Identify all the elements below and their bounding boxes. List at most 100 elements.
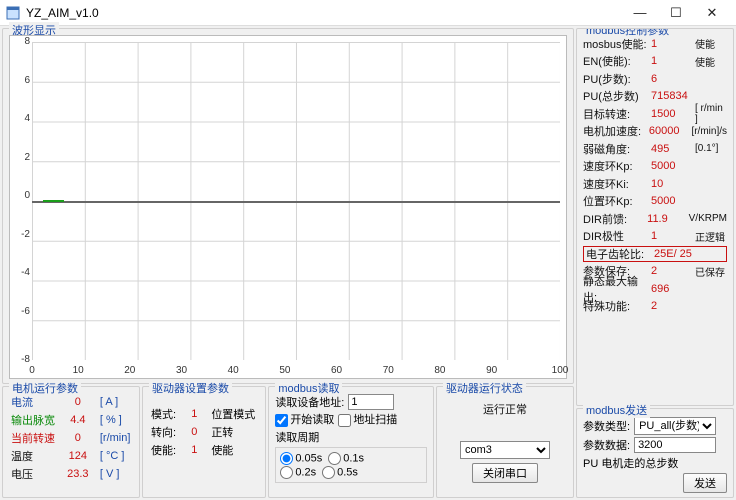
chart-trace xyxy=(43,200,64,202)
ctrl-key: 速度环Ki: xyxy=(583,176,651,192)
period-005[interactable]: 0.05s xyxy=(280,452,322,465)
param-label: 温度 xyxy=(9,447,58,465)
send-type-select[interactable]: PU_all(步数) xyxy=(634,417,716,435)
modbus-send-group: modbus发送 参数类型: PU_all(步数) 参数数据: PU 电机走的总… xyxy=(576,408,734,498)
ctrl-row[interactable]: 电机加速度:60000[r/min]/s xyxy=(583,123,727,141)
ctrl-row[interactable]: PU(步数):6 xyxy=(583,70,727,88)
param-unit: [ V ] xyxy=(98,465,133,483)
ctrl-key: 速度环Kp: xyxy=(583,158,651,174)
param-label: 当前转速 xyxy=(9,429,58,447)
modbus-ctrl-group: modbus控制参数 mosbus使能:1使能EN(使能):1使能PU(步数):… xyxy=(576,28,734,406)
ctrl-unit: 使能 xyxy=(695,36,727,51)
ctrl-key: 特殊功能: xyxy=(583,298,651,314)
param-label: 电压 xyxy=(9,465,58,483)
ctrl-val: 5000 xyxy=(651,195,695,207)
send-button[interactable]: 发送 xyxy=(683,473,727,493)
close-button[interactable]: ✕ xyxy=(694,1,730,25)
ctrl-row[interactable]: DIR前馈:11.9V/KRPM xyxy=(583,210,727,228)
maximize-button[interactable]: ☐ xyxy=(658,1,694,25)
read-addr-input[interactable] xyxy=(348,394,394,410)
ctrl-key: mosbus使能: xyxy=(583,36,651,52)
param-row: 使能:1使能 xyxy=(149,441,259,459)
param-value: 1 xyxy=(179,405,209,423)
ctrl-key: 弱磁角度: xyxy=(583,141,651,157)
period-label: 读取周期 xyxy=(275,429,427,445)
ctrl-row[interactable]: 特殊功能:2 xyxy=(583,298,727,316)
ctrl-row[interactable]: DIR极性1正逻辑 xyxy=(583,228,727,246)
ctrl-key: PU(总步数) xyxy=(583,88,651,104)
ctrl-val: 11.9 xyxy=(647,213,689,225)
ctrl-val: 1 xyxy=(651,38,695,50)
ctrl-key: 电子齿轮比: xyxy=(586,246,654,262)
param-label: 输出脉宽 xyxy=(9,411,58,429)
motor-run-title: 电机运行参数 xyxy=(9,380,81,396)
close-port-button[interactable]: 关闭串口 xyxy=(472,463,538,483)
modbus-ctrl-title: modbus控制参数 xyxy=(583,28,672,38)
read-addr-label: 读取设备地址: xyxy=(275,394,344,410)
addr-scan-checkbox[interactable]: 地址扫描 xyxy=(338,411,397,427)
param-row: 温度124[ °C ] xyxy=(9,447,133,465)
ctrl-val: 1 xyxy=(651,230,695,242)
ctrl-key: 电机加速度: xyxy=(583,123,649,139)
period-05[interactable]: 0.5s xyxy=(322,466,358,479)
ctrl-key: 目标转速: xyxy=(583,106,651,122)
ctrl-val: 715834 xyxy=(651,90,695,102)
param-row: 电压23.3[ V ] xyxy=(9,465,133,483)
start-read-checkbox[interactable]: 开始读取 xyxy=(275,411,334,427)
waveform-chart[interactable]: 86420-2-4-6-8 0102030405060708090100 xyxy=(9,35,567,379)
param-row: 当前转速0[r/min] xyxy=(9,429,133,447)
minimize-button[interactable]: — xyxy=(622,1,658,25)
param-value: 0 xyxy=(179,423,209,441)
ctrl-val: 60000 xyxy=(649,125,692,137)
modbus-read-title: modbus读取 xyxy=(275,380,342,396)
y-axis: 86420-2-4-6-8 xyxy=(14,42,30,360)
send-data-input[interactable] xyxy=(634,437,716,453)
ctrl-row[interactable]: 位置环Kp:5000 xyxy=(583,193,727,211)
ctrl-row[interactable]: EN(使能):1使能 xyxy=(583,53,727,71)
ctrl-key: PU(步数): xyxy=(583,71,651,87)
param-unit: [r/min] xyxy=(98,429,133,447)
ctrl-val: 1500 xyxy=(651,108,695,120)
modbus-send-title: modbus发送 xyxy=(583,402,650,418)
param-value: 23.3 xyxy=(58,465,98,483)
ctrl-row[interactable]: 速度环Ki:10 xyxy=(583,175,727,193)
period-01[interactable]: 0.1s xyxy=(328,452,364,465)
ctrl-val: 25E/ 25 xyxy=(654,248,698,260)
param-value: 0 xyxy=(58,429,98,447)
waveform-group: 波形显示 86420-2-4-6-8 010203040506070809010… xyxy=(2,28,574,384)
ctrl-unit: 使能 xyxy=(695,54,727,69)
ctrl-row[interactable]: 弱磁角度:495[0.1°] xyxy=(583,140,727,158)
ctrl-row[interactable]: 目标转速:1500[ r/min ] xyxy=(583,105,727,123)
ctrl-row[interactable]: 静态最大输出:696 xyxy=(583,280,727,298)
param-label: 模式: xyxy=(149,405,179,423)
ctrl-row[interactable]: 速度环Kp:5000 xyxy=(583,158,727,176)
send-hint: PU 电机走的总步数 xyxy=(583,455,678,471)
ctrl-val: 2 xyxy=(651,265,695,277)
param-label: 使能: xyxy=(149,441,179,459)
status-text: 运行正常 xyxy=(483,401,527,417)
modbus-read-group: modbus读取 读取设备地址: 开始读取 地址扫描 读取周期 0.05s 0.… xyxy=(268,386,434,498)
send-data-label: 参数数据: xyxy=(583,437,630,453)
param-value: 124 xyxy=(58,447,98,465)
x-axis: 0102030405060708090100 xyxy=(32,365,560,376)
port-select[interactable]: com3 xyxy=(460,441,550,459)
param-unit: [ % ] xyxy=(98,411,133,429)
ctrl-val: 696 xyxy=(651,283,695,295)
param-unit: [ °C ] xyxy=(98,447,133,465)
ctrl-val: 6 xyxy=(651,73,695,85)
ctrl-key: DIR前馈: xyxy=(583,211,647,227)
param-desc: 位置模式 xyxy=(209,405,259,423)
ctrl-unit: [r/min]/s xyxy=(691,126,727,137)
send-type-label: 参数类型: xyxy=(583,418,630,434)
param-desc: 正转 xyxy=(209,423,259,441)
param-row: 模式:1位置模式 xyxy=(149,405,259,423)
period-02[interactable]: 0.2s xyxy=(280,466,316,479)
ctrl-key: DIR极性 xyxy=(583,228,651,244)
ctrl-val: 5000 xyxy=(651,160,695,172)
ctrl-val: 2 xyxy=(651,300,695,312)
app-icon xyxy=(6,6,20,20)
ctrl-row[interactable]: 电子齿轮比:25E/ 25 xyxy=(583,245,727,263)
ctrl-unit: [ r/min ] xyxy=(695,103,727,125)
param-label: 转向: xyxy=(149,423,179,441)
period-box: 0.05s 0.1s 0.2s 0.5s xyxy=(275,447,427,483)
